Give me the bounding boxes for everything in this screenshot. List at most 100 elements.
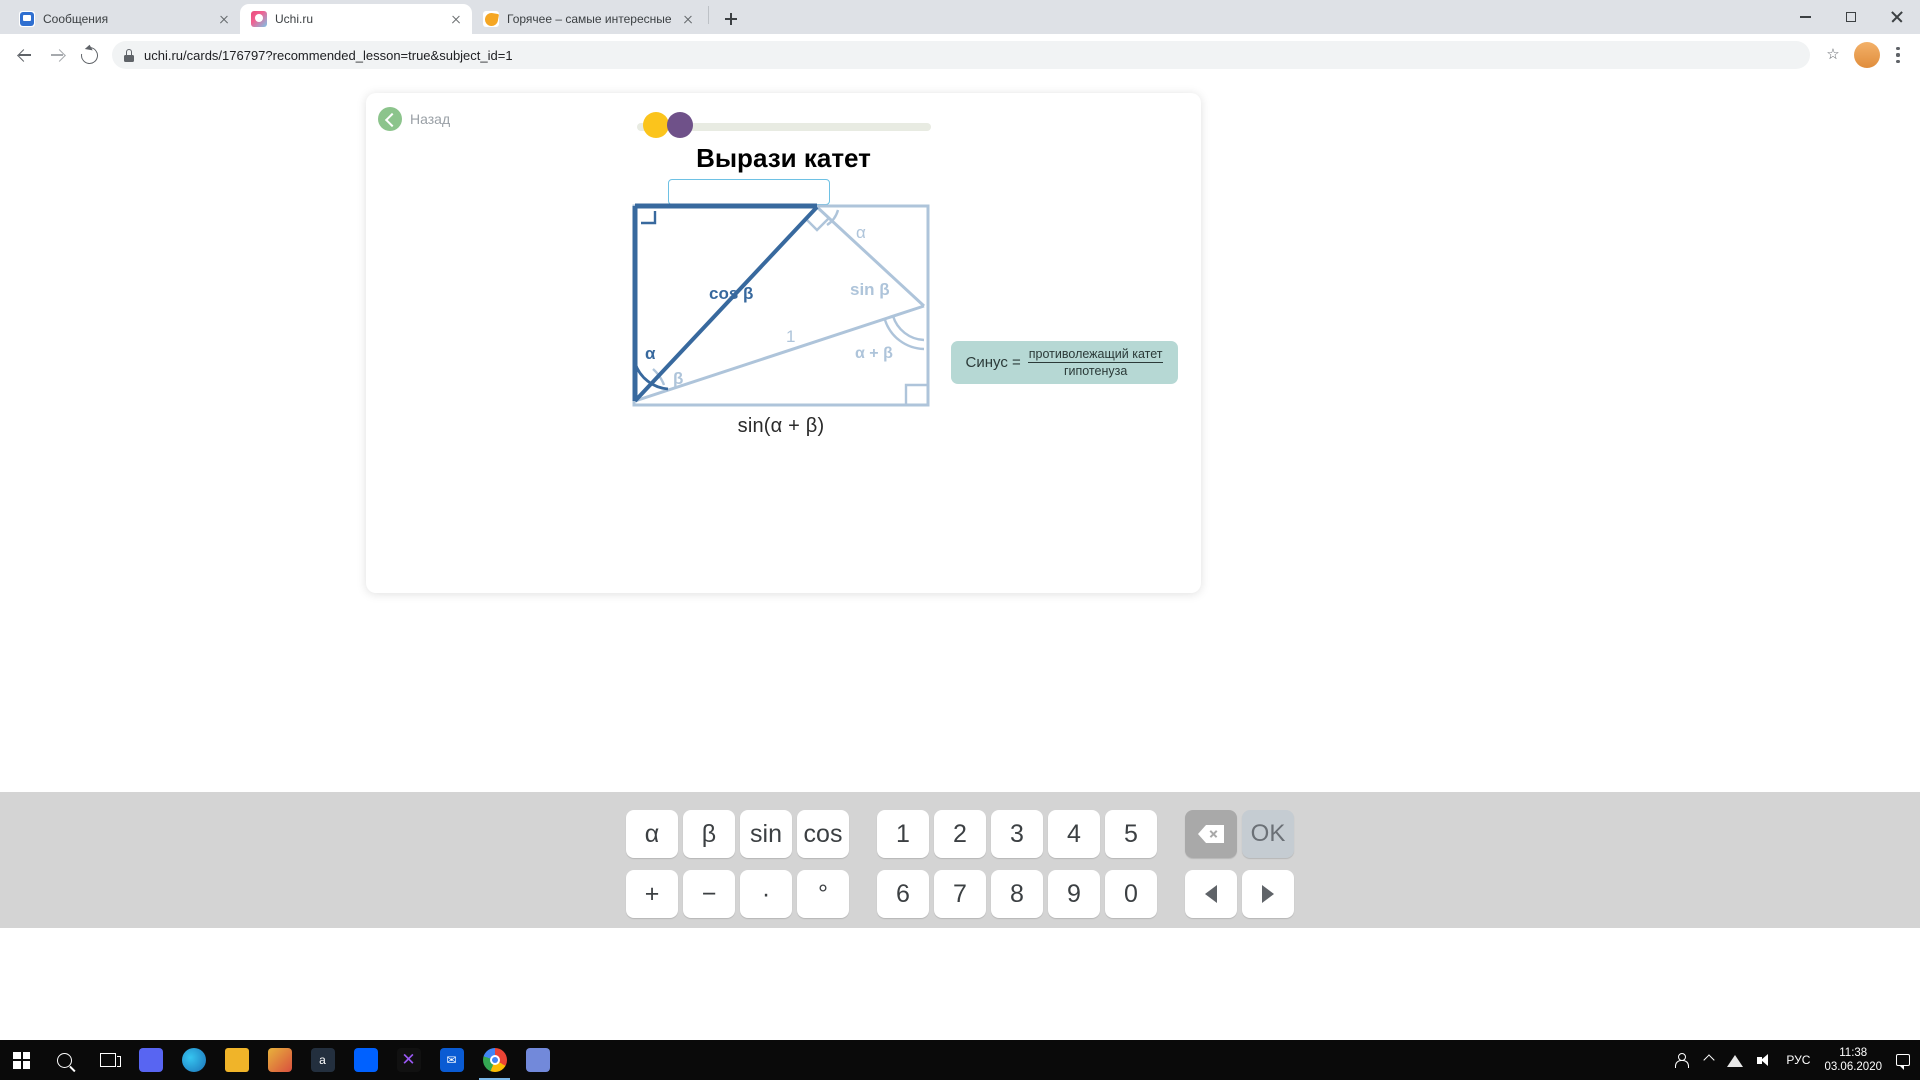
tab-title: Сообщения <box>43 12 109 26</box>
discord-icon <box>138 1048 163 1072</box>
backspace-icon <box>1198 825 1224 843</box>
new-tab-button[interactable] <box>717 5 745 33</box>
close-icon[interactable] <box>680 11 696 27</box>
pikabu-icon <box>483 11 499 27</box>
lesson-card: Назад Вырази катет cos β sin β 1 α α β α… <box>366 93 1201 593</box>
volume-icon[interactable] <box>1757 1053 1772 1067</box>
visual-studio-icon: ✕ <box>396 1048 421 1072</box>
key-plus[interactable]: + <box>626 870 678 918</box>
browser-tab-uchiru[interactable]: Uchi.ru <box>240 4 472 34</box>
discord-icon <box>525 1048 550 1072</box>
notifications-icon[interactable] <box>1896 1054 1910 1070</box>
close-icon[interactable] <box>448 11 464 27</box>
key-5[interactable]: 5 <box>1105 810 1157 858</box>
clock-date: 03.06.2020 <box>1824 1061 1882 1073</box>
hint-fraction: противолежащий катет гипотенуза <box>1027 347 1164 378</box>
progress-dot-2 <box>667 112 693 138</box>
messages-icon <box>19 11 35 27</box>
key-dot[interactable]: · <box>740 870 792 918</box>
avatar[interactable] <box>1854 42 1880 68</box>
maximize-button[interactable] <box>1828 0 1874 34</box>
taskbar-app-amazon[interactable]: a <box>301 1040 344 1080</box>
uchiru-icon <box>251 11 267 27</box>
key-minus[interactable]: − <box>683 870 735 918</box>
key-backspace[interactable] <box>1185 810 1237 858</box>
search-icon <box>57 1052 72 1068</box>
answer-input[interactable] <box>668 179 830 205</box>
taskbar-app-explorer[interactable] <box>215 1040 258 1080</box>
label-alpha-bottom: α <box>645 344 656 363</box>
key-9[interactable]: 9 <box>1048 870 1100 918</box>
key-beta[interactable]: β <box>683 810 735 858</box>
taskbar-app-mail[interactable]: ✉ <box>430 1040 473 1080</box>
folder-icon <box>224 1048 249 1072</box>
edge-icon <box>181 1048 206 1072</box>
forward-button[interactable] <box>42 40 72 70</box>
key-3[interactable]: 3 <box>991 810 1043 858</box>
taskbar-app-store[interactable] <box>258 1040 301 1080</box>
key-2[interactable]: 2 <box>934 810 986 858</box>
people-icon[interactable] <box>1675 1053 1691 1068</box>
show-hidden-icons-icon[interactable] <box>1703 1054 1716 1066</box>
task-view-button[interactable] <box>86 1040 129 1080</box>
chevron-left-icon <box>378 107 402 131</box>
hint-label: Синус = <box>965 354 1021 371</box>
taskbar-app-edge[interactable] <box>172 1040 215 1080</box>
mail-icon: ✉ <box>439 1048 464 1072</box>
language-indicator[interactable]: РУС <box>1786 1053 1810 1067</box>
key-arrow-right[interactable] <box>1242 870 1294 918</box>
key-degree[interactable]: ° <box>797 870 849 918</box>
key-arrow-left[interactable] <box>1185 870 1237 918</box>
key-sin[interactable]: sin <box>740 810 792 858</box>
key-6[interactable]: 6 <box>877 870 929 918</box>
page-content: Назад Вырази катет cos β sin β 1 α α β α… <box>0 76 1920 1040</box>
taskbar-app-vs[interactable]: ✕ <box>387 1040 430 1080</box>
address-bar[interactable]: uchi.ru/cards/176797?recommended_lesson=… <box>112 41 1810 69</box>
bookmark-star-icon[interactable]: ☆ <box>1818 40 1848 70</box>
taskbar-app-discord2[interactable] <box>516 1040 559 1080</box>
key-4[interactable]: 4 <box>1048 810 1100 858</box>
figure-caption: sin(α + β) <box>737 415 825 437</box>
back-button[interactable] <box>10 40 40 70</box>
wifi-icon[interactable] <box>1727 1054 1744 1067</box>
key-cos[interactable]: cos <box>797 810 849 858</box>
windows-logo-icon <box>13 1051 30 1069</box>
tab-title: Горячее – самые интересные и <box>507 12 672 26</box>
key-1[interactable]: 1 <box>877 810 929 858</box>
label-alpha-top: α <box>856 223 866 242</box>
key-ok[interactable]: OK <box>1242 810 1294 858</box>
taskbar-search-button[interactable] <box>43 1040 86 1080</box>
taskbar-app-chrome[interactable] <box>473 1040 516 1080</box>
clock[interactable]: 11:38 03.06.2020 <box>1824 1046 1882 1075</box>
hint-denominator: гипотенуза <box>1063 364 1128 378</box>
reload-button[interactable] <box>74 40 104 70</box>
minimize-button[interactable] <box>1782 0 1828 34</box>
url-text: uchi.ru/cards/176797?recommended_lesson=… <box>144 47 513 63</box>
key-7[interactable]: 7 <box>934 870 986 918</box>
clock-time: 11:38 <box>1839 1046 1868 1059</box>
task-view-icon <box>99 1053 121 1067</box>
browser-tab-pikabu[interactable]: Горячее – самые интересные и <box>472 4 704 34</box>
browser-tab-messages[interactable]: Сообщения <box>8 4 240 34</box>
chrome-menu-button[interactable] <box>1886 42 1910 68</box>
card-back-label: Назад <box>410 111 451 127</box>
tab-strip: Сообщения Uchi.ru Горячее – самые интере… <box>0 0 1920 34</box>
hint-box: Синус = противолежащий катет гипотенуза <box>951 341 1178 384</box>
label-sin-beta: sin β <box>850 280 890 299</box>
card-back-button[interactable]: Назад <box>378 107 450 131</box>
close-window-button[interactable] <box>1874 0 1920 34</box>
close-icon[interactable] <box>216 11 232 27</box>
progress-dot-1 <box>643 112 669 138</box>
taskbar-app-dropbox[interactable] <box>344 1040 387 1080</box>
key-alpha[interactable]: α <box>626 810 678 858</box>
chrome-icon <box>482 1048 507 1072</box>
key-0[interactable]: 0 <box>1105 870 1157 918</box>
store-icon <box>267 1048 292 1072</box>
key-8[interactable]: 8 <box>991 870 1043 918</box>
browser-toolbar: uchi.ru/cards/176797?recommended_lesson=… <box>0 34 1920 76</box>
label-alpha-plus-beta: α + β <box>855 345 893 362</box>
start-button[interactable] <box>0 1040 43 1080</box>
browser-window: Сообщения Uchi.ru Горячее – самые интере… <box>0 0 1920 1040</box>
geometry-figure: cos β sin β 1 α α β α + β <box>632 203 930 407</box>
taskbar-app-discord[interactable] <box>129 1040 172 1080</box>
